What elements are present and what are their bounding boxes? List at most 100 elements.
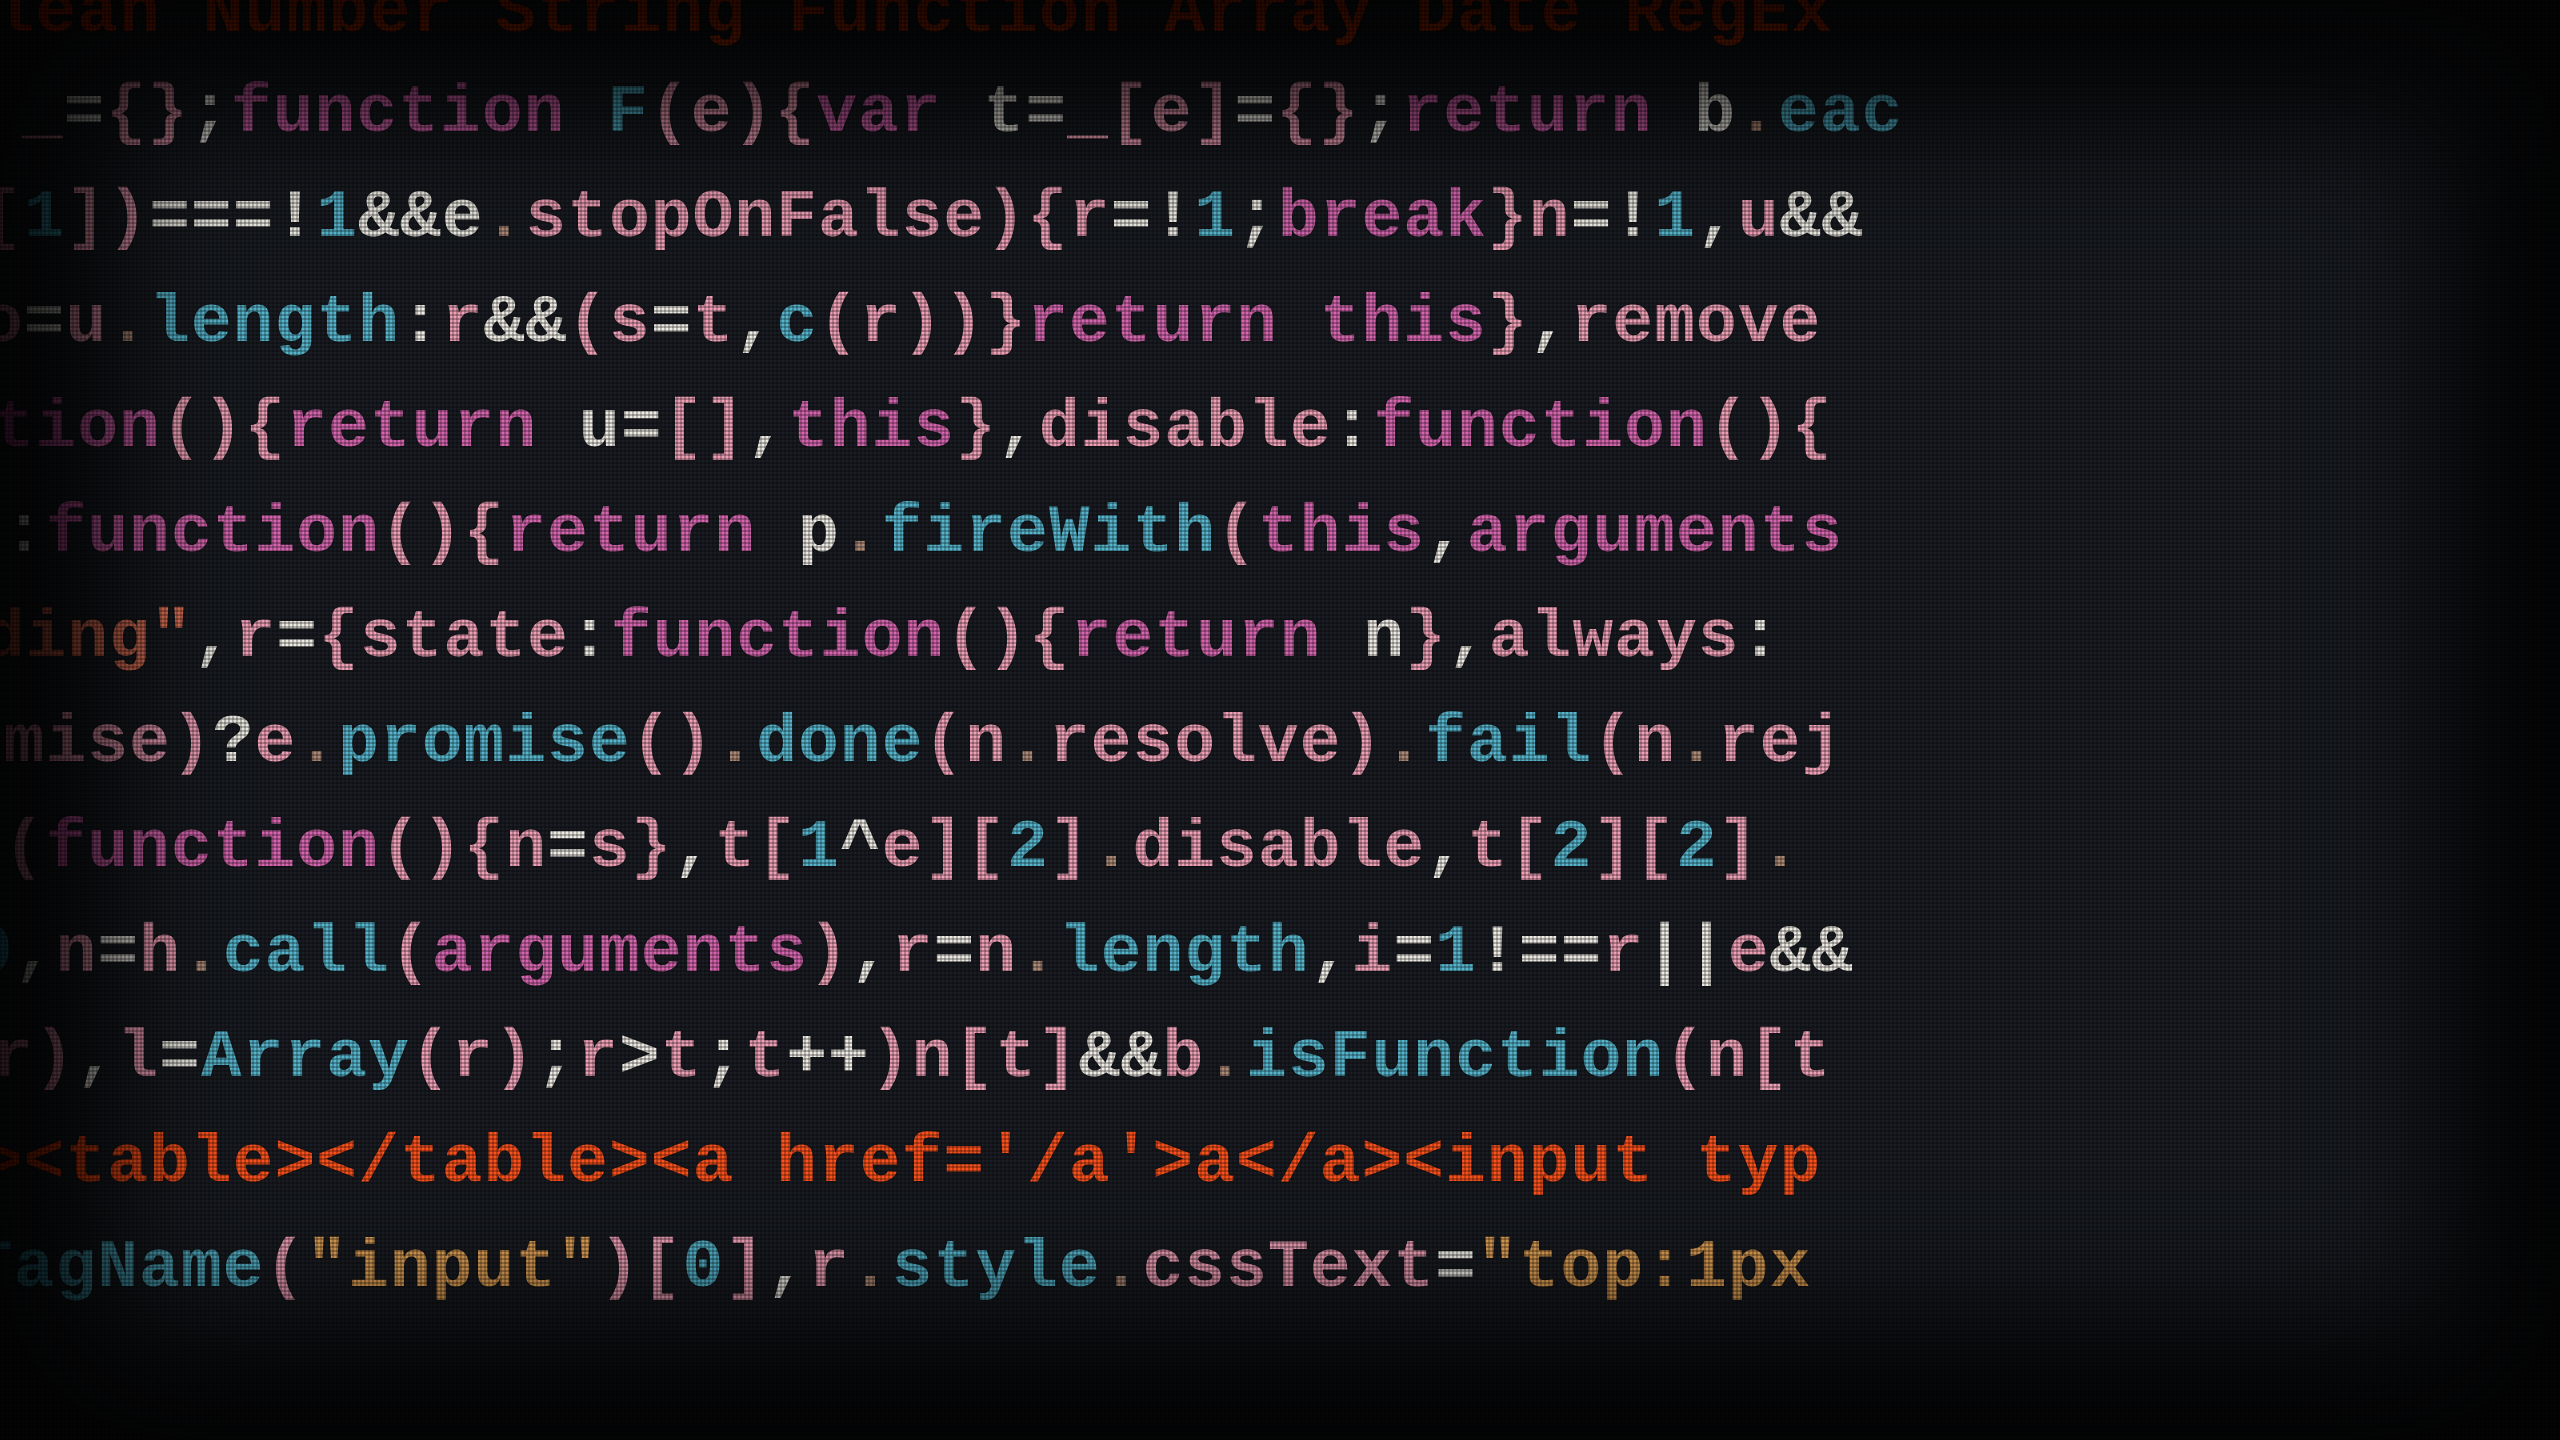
code-token: )	[902, 285, 944, 362]
code-token: r	[0, 1020, 34, 1097]
code-token: u	[537, 390, 621, 467]
code-token: state	[360, 600, 569, 677]
code-token: 1	[798, 810, 840, 887]
code-token: .	[1007, 705, 1049, 782]
code-token: n	[975, 915, 1017, 992]
code-token: []	[663, 390, 747, 467]
code-line: nction(){return u=[],this},disable:funct…	[0, 395, 2510, 463]
code-token: cssText	[1142, 1230, 1435, 1307]
code-token: e	[254, 705, 296, 782]
code-token: 1	[1435, 915, 1477, 992]
code-token: ,	[193, 600, 235, 677]
code-token: this	[1320, 285, 1487, 362]
code-token: ?	[213, 705, 255, 782]
code-line: ?o=u.length:r&&(s=t,c(r))}return this},r…	[0, 290, 2540, 358]
code-token: ||	[1644, 915, 1728, 992]
code-token: (	[410, 1020, 452, 1097]
code-token: =	[1435, 1230, 1477, 1307]
code-token: (	[1216, 495, 1258, 572]
code-token: :	[1740, 600, 1782, 677]
code-token: =	[159, 1020, 201, 1097]
code-token: ,	[14, 915, 56, 992]
code-token: promise	[338, 705, 631, 782]
code-line: _={};function F(e){var t=_[e]={};return …	[0, 80, 2560, 148]
code-token: >	[619, 1020, 661, 1097]
code-token: ,	[1425, 810, 1467, 887]
code-token: .	[840, 495, 882, 572]
code-token: :	[400, 285, 442, 362]
code-token: n	[1529, 180, 1571, 257]
code-line: =0,n=h.call(arguments),r=n.length,i=1!==…	[0, 920, 2530, 988]
code-token: r	[234, 600, 276, 677]
code-token: e	[691, 75, 733, 152]
code-token: [	[1748, 1020, 1790, 1097]
code-token: return	[286, 390, 537, 467]
code-token: call	[223, 915, 390, 992]
code-token: =	[276, 600, 318, 677]
code-token: 1	[1654, 180, 1696, 257]
code-token: Array	[201, 1020, 410, 1097]
code-token: ,	[1447, 600, 1489, 677]
code-line: re:function(){return p.fireWith(this,arg…	[0, 500, 2520, 568]
code-token: nction	[0, 390, 161, 467]
code-token: ()	[161, 390, 245, 467]
code-token: o	[0, 285, 24, 362]
code-token: 2	[1007, 810, 1049, 887]
code-token: ;	[703, 1020, 745, 1097]
code-token: function	[1373, 390, 1707, 467]
code-token: .	[1101, 1230, 1143, 1307]
code-token: b	[1652, 75, 1736, 152]
code-token: .	[850, 1230, 892, 1307]
code-token: fail	[1425, 705, 1592, 782]
code-token: [	[0, 180, 24, 257]
code-token: !	[1477, 915, 1519, 992]
code-token: )	[34, 1020, 76, 1097]
code-line: oolean Number String Function Array Date…	[0, 0, 2510, 48]
code-token: /><table></table><a href='/a'>a</a><inpu…	[0, 1125, 1821, 1202]
code-token: )	[1342, 705, 1384, 782]
code-token: [	[965, 810, 1007, 887]
code-token: resolve	[1049, 705, 1342, 782]
code-token: this	[1258, 495, 1425, 572]
code-token: yTagName	[0, 1230, 264, 1307]
code-token: n	[1322, 600, 1406, 677]
code-token: function	[45, 495, 379, 572]
code-token: ,	[1696, 180, 1738, 257]
code-token: r	[1069, 180, 1111, 257]
code-token: .	[714, 705, 756, 782]
code-token: stopOnFalse	[525, 180, 985, 257]
code-token: b	[1163, 1020, 1205, 1097]
code-token: c	[776, 285, 818, 362]
code-token: =	[547, 810, 589, 887]
code-token: t	[661, 1020, 703, 1097]
code-editor-viewport: oolean Number String Function Array Date…	[0, 0, 2560, 1440]
code-token: return	[1402, 75, 1653, 152]
code-token: &&	[1780, 180, 1864, 257]
code-token	[1278, 285, 1320, 362]
code-token: 0	[683, 1230, 725, 1307]
code-token: l	[117, 1020, 159, 1097]
code-token: )	[985, 180, 1027, 257]
code-token: r	[808, 1230, 850, 1307]
code-token	[565, 75, 607, 152]
code-token: .	[484, 180, 526, 257]
code-token: [	[953, 1020, 995, 1097]
code-token: ]	[65, 180, 107, 257]
code-token: this	[788, 390, 955, 467]
code-token: :	[4, 495, 46, 572]
code-token: e	[1151, 75, 1193, 152]
code-token: t	[1790, 1020, 1832, 1097]
code-token: function	[45, 810, 379, 887]
code-token: return	[1027, 285, 1278, 362]
code-token: =	[1025, 75, 1067, 152]
code-line: dd(function(){n=s},t[1^e][2].disable,t[2…	[0, 815, 2520, 883]
code-token: "top:1px	[1477, 1230, 1811, 1307]
code-token: {	[774, 75, 816, 152]
code-token: (	[567, 285, 609, 362]
code-token: ,	[1425, 495, 1467, 572]
code-token: s	[609, 285, 651, 362]
code-token: {	[1027, 180, 1069, 257]
code-token: ,	[746, 390, 788, 467]
code-token: ]	[724, 1230, 766, 1307]
code-token: t	[942, 75, 1026, 152]
